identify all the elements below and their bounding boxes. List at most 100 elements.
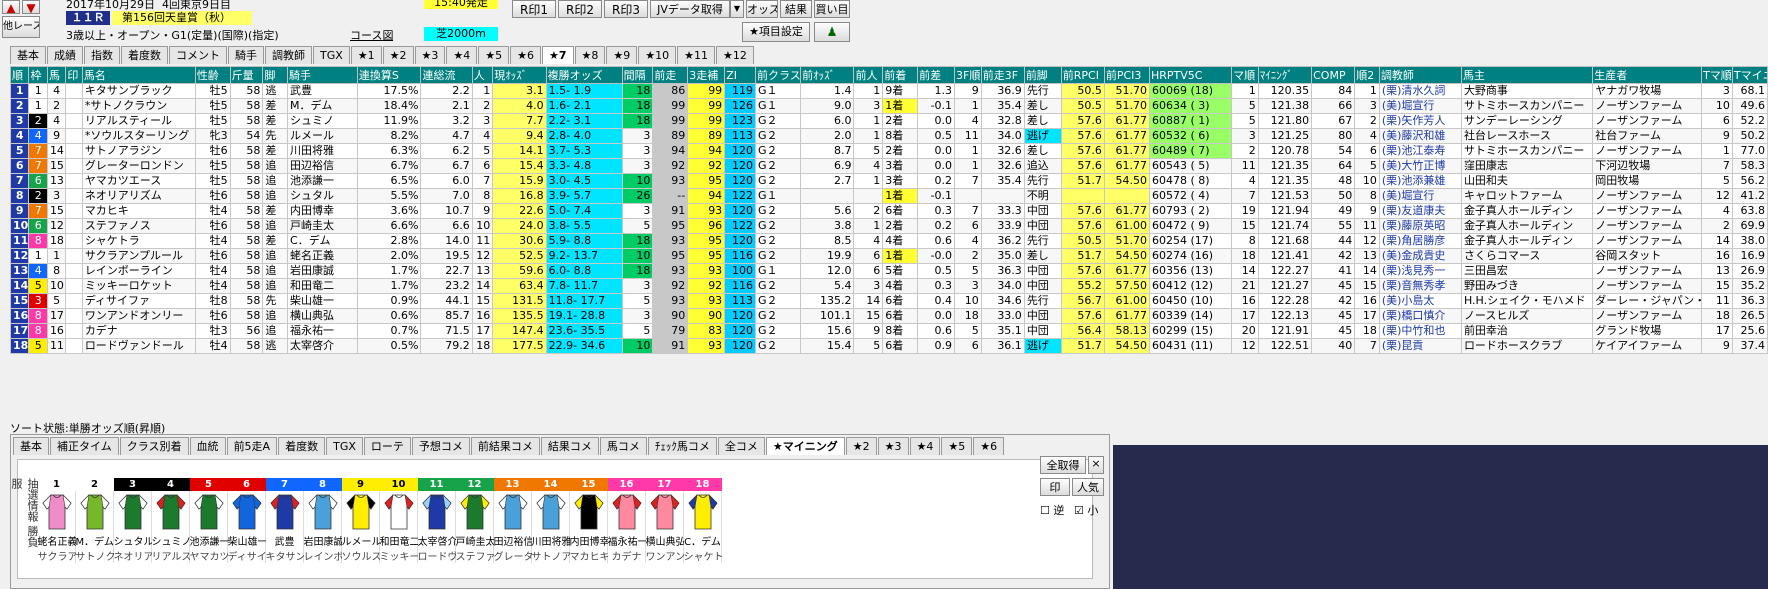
column-header[interactable]: マ順 <box>1231 66 1259 84</box>
bottom-tab-12[interactable]: ﾁｪｯｸ馬コメ <box>647 437 717 455</box>
table-row[interactable]: 12 1 1 サクラアンプルール 牡6 58 追蛯名正義 2.0% 19.5 12 52.5 9.2-… <box>9 248 1768 264</box>
silk-item[interactable]: 13 田辺裕信グレーターロ <box>493 478 532 563</box>
column-header[interactable]: 前差 <box>917 66 956 84</box>
cell-印[interactable] <box>65 233 83 249</box>
tab-18[interactable]: ★11 <box>677 46 716 64</box>
column-header[interactable]: 人 <box>471 66 494 84</box>
table-row[interactable]: 4 4 9 *ソウルスターリング 牝3 54 先ルメール 8.2% 4.7 4 9.4 2.8- 4.… <box>9 128 1768 144</box>
column-header[interactable]: 3F順 <box>954 66 982 84</box>
tab-7[interactable]: TGX <box>313 46 350 64</box>
column-header[interactable]: 前走 <box>652 66 689 84</box>
column-header[interactable]: 前脚 <box>1023 66 1062 84</box>
purchase-button[interactable]: 買い目 <box>814 0 850 18</box>
next-race-button[interactable]: ▼ <box>22 0 40 14</box>
cell-印[interactable] <box>65 158 83 174</box>
course-map-label[interactable]: コース図 <box>350 27 393 43</box>
column-header[interactable]: 馬名 <box>81 66 196 84</box>
bottom-tab-17[interactable]: ★4 <box>909 437 941 455</box>
bottom-tab-7[interactable]: ローテ <box>363 437 411 455</box>
column-header[interactable]: COMP <box>1311 66 1356 84</box>
table-row[interactable]: 8 2 3 ネオリアリズム 牡6 58 追シュタル 5.5% 7.0 8 16.8 3.9- 5.7 2… <box>9 188 1768 204</box>
table-row[interactable]: 18 5 11 ロードヴァンドール 牡4 58 逃太宰啓介 0.5% 79.2 18 177.5 22… <box>9 338 1768 354</box>
column-header[interactable]: 順2 <box>1354 66 1380 84</box>
silk-item[interactable]: 6 柴山雄一ディサイファ <box>227 478 266 563</box>
column-header[interactable]: 3走補 <box>687 66 726 84</box>
cell-印[interactable] <box>65 188 83 204</box>
column-header[interactable]: 斤量 <box>229 66 264 84</box>
column-header[interactable]: 前走3F <box>980 66 1025 84</box>
table-row[interactable]: 7 6 13 ヤマカツエース 牡5 58 追池添謙一 6.5% 6.0 7 15.9 3.0- 4.5… <box>9 173 1768 189</box>
table-row[interactable]: 13 4 8 レインボーライン 牡4 58 追岩田康誠 1.7% 22.7 13 59.6 6.0- … <box>9 263 1768 279</box>
cell-印[interactable] <box>65 248 83 264</box>
mark-button[interactable]: 印 <box>1040 478 1070 496</box>
column-header[interactable]: 生産者 <box>1592 66 1703 84</box>
table-row[interactable]: 3 2 4 リアルスティール 牡5 58 差シュミノ 11.9% 3.2 3 7.7 2.2- 3.1… <box>9 113 1768 129</box>
silk-item[interactable]: 18 C．デムシャケトラ <box>683 478 722 563</box>
column-header[interactable]: 前ｵｯｽﾞ <box>800 66 855 84</box>
silk-item[interactable]: 14 川田将雅サトノアラジ <box>531 478 570 563</box>
bottom-tab-9[interactable]: 前結果コメ <box>470 437 540 455</box>
silk-item[interactable]: 1 蛯名正義サクラアンプ <box>37 478 76 563</box>
bottom-tab-2[interactable]: クラス別着 <box>119 437 189 455</box>
tab-19[interactable]: ★12 <box>716 46 754 64</box>
column-header[interactable]: 間隔 <box>621 66 654 84</box>
bottom-tab-8[interactable]: 予想コメ <box>411 437 470 455</box>
silk-item[interactable]: 3 シュタルネオリアリズ <box>113 478 152 563</box>
bottom-tab-5[interactable]: 着度数 <box>278 437 326 455</box>
tab-10[interactable]: ★3 <box>414 46 446 64</box>
column-header[interactable]: 順 <box>9 66 30 84</box>
small-checkbox[interactable]: ☑ 小 <box>1074 502 1098 518</box>
tab-2[interactable]: 指数 <box>84 46 120 64</box>
cell-印[interactable] <box>65 263 83 279</box>
tab-1[interactable]: 成績 <box>47 46 83 64</box>
cell-印[interactable] <box>65 203 83 219</box>
column-header[interactable]: 印 <box>65 66 83 84</box>
silk-item[interactable]: 2 M．デムサトノクラウ <box>75 478 114 563</box>
column-header[interactable]: 前着 <box>882 66 919 84</box>
bottom-tab-15[interactable]: ★2 <box>845 437 877 455</box>
jv-data-fetch-button[interactable]: JVデータ取得 <box>650 0 730 18</box>
cell-印[interactable] <box>65 308 83 324</box>
column-header[interactable]: 連換算S <box>356 66 422 84</box>
odds-button[interactable]: オッズ <box>746 0 778 18</box>
column-header[interactable]: Tマ順 <box>1701 66 1733 84</box>
tab-9[interactable]: ★2 <box>382 46 414 64</box>
person-icon[interactable]: ♟ <box>814 22 850 42</box>
silk-item[interactable]: 17 横山典弘ワンアンドオ <box>645 478 684 563</box>
prev-race-button[interactable]: ▲ <box>2 0 20 14</box>
bottom-tab-4[interactable]: 前5走A <box>226 437 278 455</box>
table-row[interactable]: 10 6 12 ステファノス 牡6 58 追戸崎圭太 6.6% 6.6 10 24.0 3.8- 5.… <box>9 218 1768 234</box>
bottom-tab-14[interactable]: ★マイニング <box>765 437 845 455</box>
column-header[interactable]: 脚 <box>262 66 289 84</box>
table-row[interactable]: 2 1 2 *サトノクラウン 牡5 58 差 M．デム 18.4% 2.1 2 4.0 1.6- 2.1… <box>9 98 1768 114</box>
column-header[interactable]: ZI <box>724 66 756 84</box>
cell-印[interactable] <box>65 323 83 339</box>
table-row[interactable]: 11 8 18 シャケトラ 牡4 58 差 C．デム 2.8% 14.0 11 30.6 5.9- 8.… <box>9 233 1768 249</box>
table-row[interactable]: 9 7 15 マカヒキ 牡4 58 差内田博幸 3.6% 10.7 9 22.6 5.0- 7.4 3 9… <box>9 203 1768 219</box>
tab-12[interactable]: ★5 <box>478 46 510 64</box>
table-row[interactable]: 6 7 15 グレーターロンドン 牡5 58 追田辺裕信 6.7% 6.7 6 15.4 3.3- 4… <box>9 158 1768 174</box>
bottom-tab-3[interactable]: 血統 <box>189 437 226 455</box>
silk-item[interactable]: 16 福永祐一 カデナ <box>607 478 646 563</box>
fetch-all-button[interactable]: 全取得 <box>1040 456 1086 474</box>
column-header[interactable]: 連総流 <box>420 66 473 84</box>
column-header[interactable]: 前クラス <box>754 66 802 84</box>
cell-印[interactable] <box>65 98 83 114</box>
silk-item[interactable]: 9 ルメールソウルスター <box>341 478 380 563</box>
silk-item[interactable]: 8 岩田康誠レインボーラ <box>303 478 342 563</box>
column-header[interactable]: 前RPCI <box>1060 66 1105 84</box>
tab-3[interactable]: 着度数 <box>121 46 168 64</box>
popularity-button[interactable]: 人気 <box>1072 478 1104 496</box>
bottom-tab-1[interactable]: 補正タイム <box>50 437 119 455</box>
silk-item[interactable]: 12 戸崎圭太ステファノス <box>455 478 494 563</box>
cell-印[interactable] <box>65 278 83 294</box>
bottom-tab-16[interactable]: ★3 <box>877 437 909 455</box>
cell-印[interactable] <box>65 143 83 159</box>
column-header[interactable]: 馬主 <box>1460 66 1594 84</box>
column-header[interactable]: HRPTV5C <box>1148 66 1233 84</box>
tab-6[interactable]: 調教師 <box>265 46 312 64</box>
cell-印[interactable] <box>65 218 83 234</box>
table-row[interactable]: 15 3 5 ディサイファ 牡8 58 先柴山雄一 0.9% 44.1 15 131.5 11.8- … <box>9 293 1768 309</box>
race-mark-3-button[interactable]: R印3 <box>604 0 648 18</box>
column-header[interactable]: 調教師 <box>1378 66 1462 84</box>
